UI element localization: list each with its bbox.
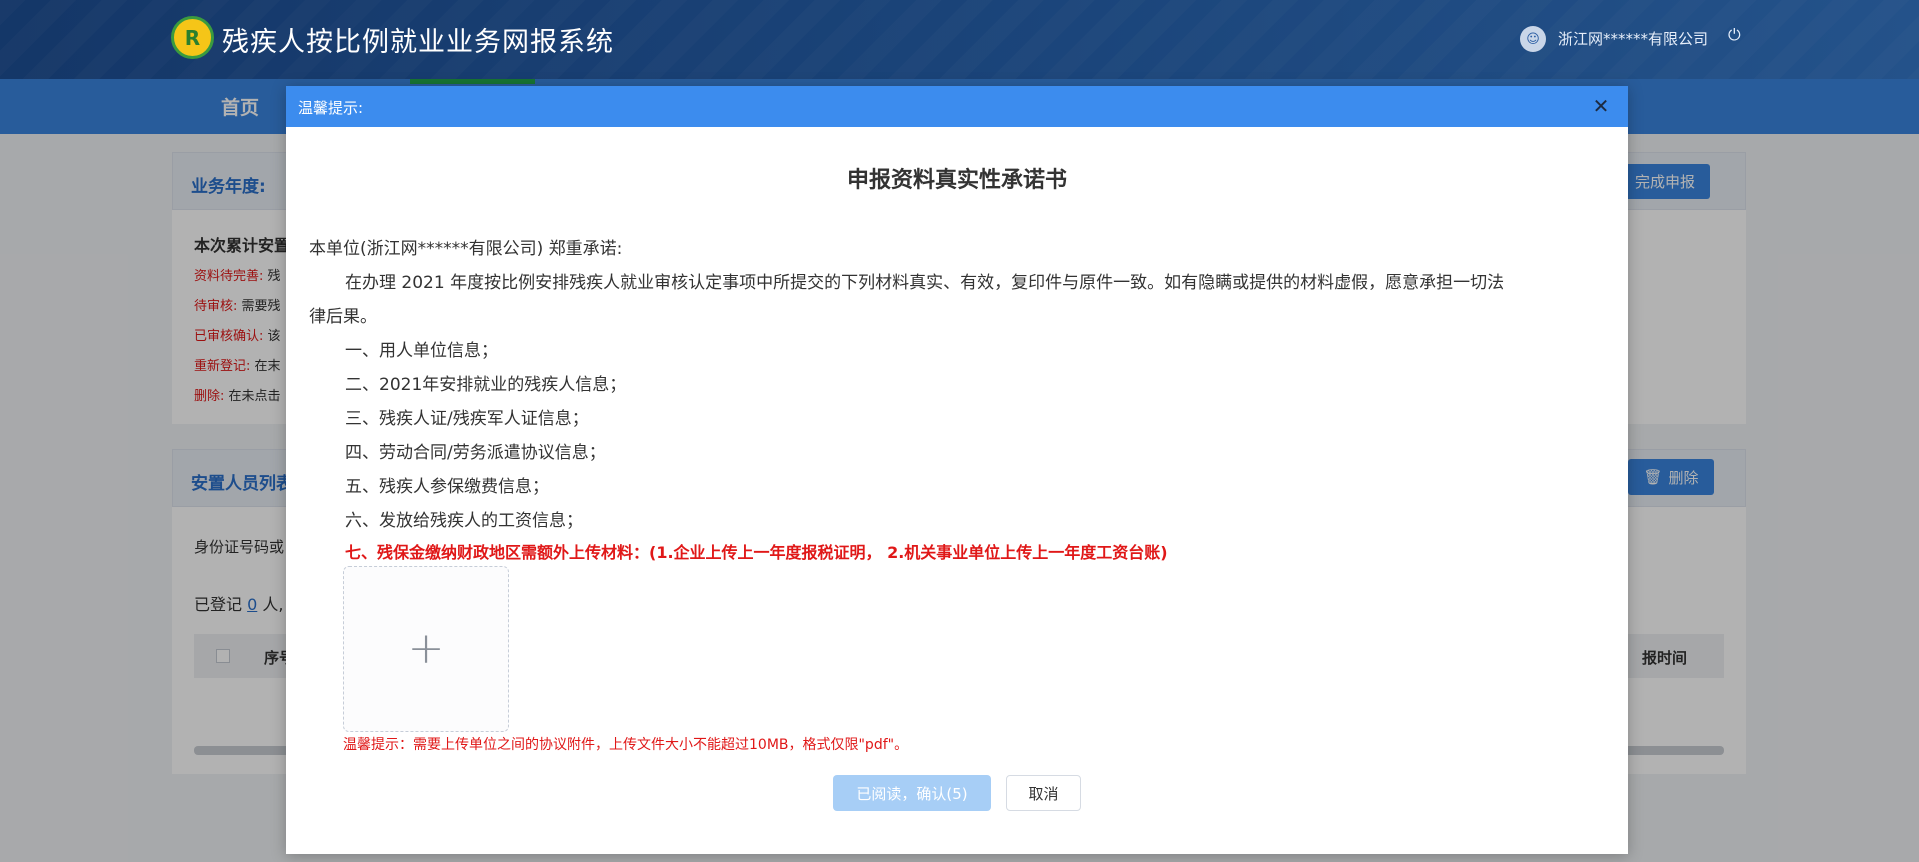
user-avatar-icon[interactable]: ☺ [1520, 26, 1546, 52]
upload-tip: 温馨提示：需要上传单位之间的协议附件，上传文件大小不能超过10MB，格式仅限"p… [343, 737, 909, 753]
commitment-item: 六、发放给残疾人的工资信息； [345, 511, 583, 531]
commitment-item: 三、残疾人证/残疾军人证信息； [345, 409, 589, 429]
commitment-item-extra: 七、残保金缴纳财政地区需额外上传材料：(1.企业上传上一年度报税证明， 2.机关… [345, 543, 1168, 562]
modal-title: 温馨提示: [298, 99, 364, 117]
close-icon[interactable]: ✕ [1590, 95, 1612, 117]
file-upload-area[interactable]: + [343, 566, 509, 732]
plus-icon: + [407, 623, 445, 674]
modal-header: 温馨提示: ✕ [286, 86, 1628, 127]
document-paragraph-cont: 律后果。 [309, 307, 377, 327]
commitment-item: 四、劳动合同/劳务派遣协议信息； [345, 443, 606, 463]
power-icon[interactable]: ⏻ [1728, 26, 1746, 44]
commitment-modal: 温馨提示: ✕ 申报资料真实性承诺书 本单位(浙江网******有限公司) 郑重… [286, 86, 1628, 854]
confirm-read-button[interactable]: 已阅读，确认(5) [833, 775, 991, 811]
cancel-button[interactable]: 取消 [1006, 775, 1081, 811]
document-paragraph: 在办理 2021 年度按比例安排残疾人就业审核认定事项中所提交的下列材料真实、有… [345, 273, 1505, 293]
document-intro: 本单位(浙江网******有限公司) 郑重承诺: [309, 239, 623, 259]
commitment-item: 一、用人单位信息； [345, 341, 498, 361]
document-title: 申报资料真实性承诺书 [846, 168, 1067, 193]
logo-icon: R [171, 16, 214, 59]
system-title: 残疾人按比例就业业务网报系统 [222, 27, 614, 58]
commitment-item: 五、残疾人参保缴费信息； [345, 477, 549, 497]
user-name[interactable]: 浙江网******有限公司 [1558, 28, 1708, 49]
commitment-item: 二、2021年安排就业的残疾人信息； [345, 375, 627, 395]
